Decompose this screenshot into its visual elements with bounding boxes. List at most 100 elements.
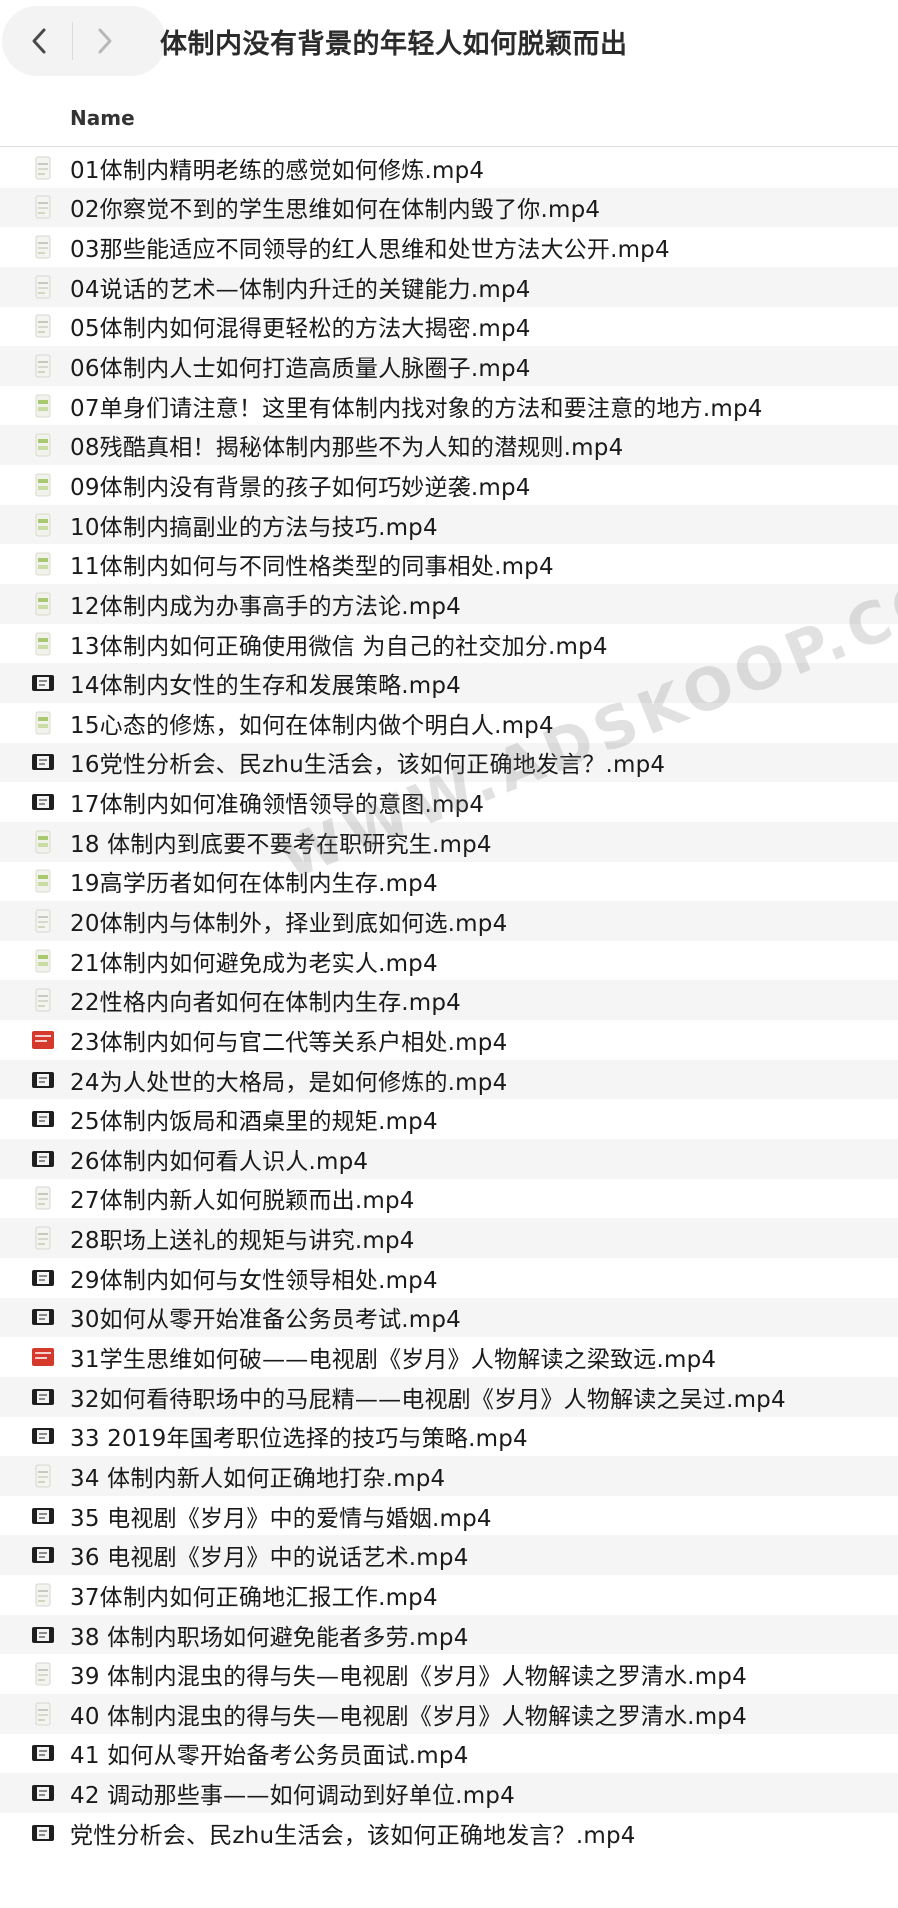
video-file-icon xyxy=(30,749,56,775)
file-name: 15心态的修炼，如何在体制内做个明白人.mp4 xyxy=(70,712,554,739)
file-row[interactable]: 31学生思维如何破——电视剧《岁月》人物解读之梁致远.mp4 xyxy=(0,1337,898,1377)
video-file-icon xyxy=(30,1740,56,1766)
file-name: 09体制内没有背景的孩子如何巧妙逆袭.mp4 xyxy=(70,474,531,501)
file-row[interactable]: 07单身们请注意！这里有体制内找对象的方法和要注意的地方.mp4 xyxy=(0,386,898,426)
file-name: 31学生思维如何破——电视剧《岁月》人物解读之梁致远.mp4 xyxy=(70,1347,717,1374)
file-row[interactable]: 25体制内饭局和酒桌里的规矩.mp4 xyxy=(0,1099,898,1139)
file-row[interactable]: 37体制内如何正确地汇报工作.mp4 xyxy=(0,1575,898,1615)
file-row[interactable]: 03那些能适应不同领导的红人思维和处世方法大公开.mp4 xyxy=(0,227,898,267)
video-file-icon xyxy=(30,868,56,894)
file-row[interactable]: 11体制内如何与不同性格类型的同事相处.mp4 xyxy=(0,544,898,584)
file-row[interactable]: 34 体制内新人如何正确地打杂.mp4 xyxy=(0,1456,898,1496)
file-name: 36 电视剧《岁月》中的说话艺术.mp4 xyxy=(70,1545,469,1572)
chevron-left-icon xyxy=(32,28,46,54)
file-list: 01体制内精明老练的感觉如何修炼.mp4 02你察觉不到的学生思维如何在体制内毁了… xyxy=(0,148,898,1853)
video-file-icon xyxy=(30,829,56,855)
file-row[interactable]: 41 如何从零开始备考公务员面试.mp4 xyxy=(0,1734,898,1774)
file-row[interactable]: 15心态的修炼，如何在体制内做个明白人.mp4 xyxy=(0,703,898,743)
file-row[interactable]: 40 体制内混虫的得与失—电视剧《岁月》人物解读之罗清水.mp4 xyxy=(0,1693,898,1734)
file-row[interactable]: 32如何看待职场中的马屁精——电视剧《岁月》人物解读之吴过.mp4 xyxy=(0,1376,898,1417)
file-name: 10体制内搞副业的方法与技巧.mp4 xyxy=(70,514,438,541)
file-row[interactable]: 17体制内如何准确领悟领导的意图.mp4 xyxy=(0,782,898,822)
file-row[interactable]: 23体制内如何与官二代等关系户相处.mp4 xyxy=(0,1020,898,1060)
video-file-icon xyxy=(30,670,56,696)
file-row[interactable]: 30如何从零开始准备公务员考试.mp4 xyxy=(0,1297,898,1338)
video-file-icon xyxy=(30,234,56,260)
file-name: 33 2019年国考职位选择的技巧与策略.mp4 xyxy=(70,1426,528,1453)
video-file-icon xyxy=(30,591,56,617)
file-name: 02你察觉不到的学生思维如何在体制内毁了你.mp4 xyxy=(70,197,601,224)
video-file-icon xyxy=(30,1542,56,1568)
video-file-icon xyxy=(30,155,56,181)
file-row[interactable]: 19高学历者如何在体制内生存.mp4 xyxy=(0,862,898,902)
file-row[interactable]: 02你察觉不到的学生思维如何在体制内毁了你.mp4 xyxy=(0,187,898,228)
video-file-icon xyxy=(30,908,56,934)
toolbar: 体制内没有背景的年轻人如何脱颖而出 xyxy=(0,0,898,84)
file-row[interactable]: 28职场上送礼的规矩与讲究.mp4 xyxy=(0,1218,898,1258)
file-name: 11体制内如何与不同性格类型的同事相处.mp4 xyxy=(70,554,554,581)
video-file-icon xyxy=(30,1067,56,1093)
forward-button[interactable] xyxy=(70,6,140,76)
video-file-icon xyxy=(30,1582,56,1608)
video-file-icon xyxy=(30,1185,56,1211)
file-row[interactable]: 10体制内搞副业的方法与技巧.mp4 xyxy=(0,504,898,545)
file-row[interactable]: 24为人处世的大格局，是如何修炼的.mp4 xyxy=(0,1059,898,1100)
file-row[interactable]: 09体制内没有背景的孩子如何巧妙逆袭.mp4 xyxy=(0,465,898,505)
video-file-icon xyxy=(30,1622,56,1648)
video-file-icon xyxy=(30,987,56,1013)
back-button[interactable] xyxy=(4,6,74,76)
file-name: 30如何从零开始准备公务员考试.mp4 xyxy=(70,1307,462,1334)
file-name: 23体制内如何与官二代等关系户相处.mp4 xyxy=(70,1029,508,1056)
column-header-bar: Name xyxy=(0,98,898,147)
file-row[interactable]: 33 2019年国考职位选择的技巧与策略.mp4 xyxy=(0,1417,898,1457)
file-row[interactable]: 14体制内女性的生存和发展策略.mp4 xyxy=(0,663,898,703)
file-row[interactable]: 04说话的艺术—体制内升迁的关键能力.mp4 xyxy=(0,266,898,307)
file-row[interactable]: 36 电视剧《岁月》中的说话艺术.mp4 xyxy=(0,1535,898,1576)
file-name: 42 调动那些事——如何调动到好单位.mp4 xyxy=(70,1783,515,1810)
video-file-icon xyxy=(30,948,56,974)
file-row[interactable]: 13体制内如何正确使用微信 为自己的社交加分.mp4 xyxy=(0,624,898,664)
video-file-icon xyxy=(30,1027,56,1053)
file-row[interactable]: 08残酷真相！揭秘体制内那些不为人知的潜规则.mp4 xyxy=(0,425,898,466)
file-name: 35 电视剧《岁月》中的爱情与婚姻.mp4 xyxy=(70,1505,492,1532)
file-row[interactable]: 12体制内成为办事高手的方法论.mp4 xyxy=(0,584,898,624)
file-row[interactable]: 党性分析会、民zhu生活会，该如何正确地发言？.mp4 xyxy=(0,1813,898,1853)
video-file-icon xyxy=(30,631,56,657)
file-row[interactable]: 35 电视剧《岁月》中的爱情与婚姻.mp4 xyxy=(0,1496,898,1536)
file-name: 28职场上送礼的规矩与讲究.mp4 xyxy=(70,1228,415,1255)
file-name: 32如何看待职场中的马屁精——电视剧《岁月》人物解读之吴过.mp4 xyxy=(70,1386,786,1413)
file-name: 04说话的艺术—体制内升迁的关键能力.mp4 xyxy=(70,276,531,303)
file-name: 18 体制内到底要不要考在职研究生.mp4 xyxy=(70,831,492,858)
file-row[interactable]: 06体制内人士如何打造高质量人脉圈子.mp4 xyxy=(0,346,898,386)
file-row[interactable]: 21体制内如何避免成为老实人.mp4 xyxy=(0,941,898,981)
file-name: 12体制内成为办事高手的方法论.mp4 xyxy=(70,593,462,620)
file-name: 27体制内新人如何脱颖而出.mp4 xyxy=(70,1188,415,1215)
file-name: 05体制内如何混得更轻松的方法大揭密.mp4 xyxy=(70,316,531,343)
file-row[interactable]: 22性格内向者如何在体制内生存.mp4 xyxy=(0,980,898,1021)
file-name: 39 体制内混虫的得与失—电视剧《岁月》人物解读之罗清水.mp4 xyxy=(70,1664,747,1691)
file-row[interactable]: 26体制内如何看人识人.mp4 xyxy=(0,1139,898,1179)
video-file-icon xyxy=(30,274,56,300)
file-name: 38 体制内职场如何避免能者多劳.mp4 xyxy=(70,1624,469,1651)
video-file-icon xyxy=(30,194,56,220)
file-name: 24为人处世的大格局，是如何修炼的.mp4 xyxy=(70,1069,508,1096)
file-row[interactable]: 20体制内与体制外，择业到底如何选.mp4 xyxy=(0,901,898,941)
file-row[interactable]: 16党性分析会、民zhu生活会，该如何正确地发言？.mp4 xyxy=(0,742,898,783)
file-row[interactable]: 38 体制内职场如何避免能者多劳.mp4 xyxy=(0,1614,898,1655)
video-file-icon xyxy=(30,1265,56,1291)
file-row[interactable]: 27体制内新人如何脱颖而出.mp4 xyxy=(0,1179,898,1219)
file-row[interactable]: 29体制内如何与女性领导相处.mp4 xyxy=(0,1258,898,1298)
video-file-icon xyxy=(30,1106,56,1132)
file-row[interactable]: 42 调动那些事——如何调动到好单位.mp4 xyxy=(0,1773,898,1813)
window-title: 体制内没有背景的年轻人如何脱颖而出 xyxy=(160,29,628,60)
file-name: 29体制内如何与女性领导相处.mp4 xyxy=(70,1267,438,1294)
video-file-icon xyxy=(30,512,56,538)
file-row[interactable]: 39 体制内混虫的得与失—电视剧《岁月》人物解读之罗清水.mp4 xyxy=(0,1654,898,1694)
file-name: 17体制内如何准确领悟领导的意图.mp4 xyxy=(70,792,485,819)
file-row[interactable]: 05体制内如何混得更轻松的方法大揭密.mp4 xyxy=(0,307,898,347)
file-row[interactable]: 18 体制内到底要不要考在职研究生.mp4 xyxy=(0,821,898,862)
column-header-name[interactable]: Name xyxy=(70,106,135,130)
video-file-icon xyxy=(30,1661,56,1687)
video-file-icon xyxy=(30,1780,56,1806)
file-row[interactable]: 01体制内精明老练的感觉如何修炼.mp4 xyxy=(0,148,898,188)
